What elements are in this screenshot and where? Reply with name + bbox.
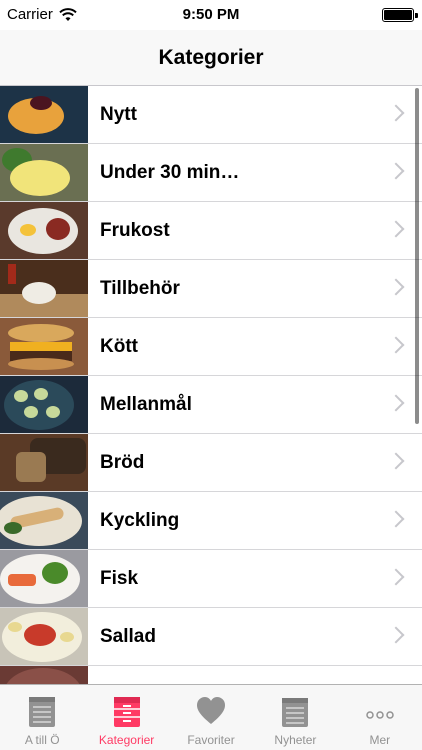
tab-nyheter[interactable]: Nyheter [253,685,337,750]
food-photo-icon [0,260,88,317]
category-list[interactable]: Nytt Under 30 min… Frukost Tillbehör Köt… [0,86,422,684]
category-label: Nytt [100,103,137,125]
notebook-icon [29,697,56,727]
tab-mer[interactable]: Mer [338,685,422,750]
cabinet-icon [113,697,140,727]
category-row-fisk[interactable]: Fisk [0,550,422,608]
category-label: Fisk [100,567,139,589]
food-photo-icon [0,86,88,143]
category-row-sallad[interactable]: Sallad [0,608,422,666]
category-row-under-30-min[interactable]: Under 30 min… [0,144,422,202]
category-label: Bröd [100,451,145,473]
food-photo-icon [0,608,88,665]
tab-label: Mer [369,733,391,747]
tab-bar: A till Ö Kategorier Favoriter Nyheter Me… [0,684,422,750]
battery-icon [382,8,418,22]
tab-a-till-o[interactable]: A till Ö [0,685,84,750]
notepad-icon [282,698,309,727]
tab-favoriter[interactable]: Favoriter [169,685,253,750]
food-photo-icon [0,318,88,375]
category-row-kyckling[interactable]: Kyckling [0,492,422,550]
category-row-kott[interactable]: Kött [0,318,422,376]
category-label: Under 30 min… [100,161,240,183]
status-time: 9:50 PM [182,6,240,23]
page-title: Kategorier [158,45,264,69]
category-row-tillbehor[interactable]: Tillbehör [0,260,422,318]
food-photo-icon [0,144,88,201]
tab-label: Kategorier [98,733,155,747]
tab-label: Nyheter [274,733,317,747]
category-row-mellanmal[interactable]: Mellanmål [0,376,422,434]
food-photo-icon [0,666,88,684]
food-photo-icon [0,376,88,433]
category-label: Kött [100,335,138,357]
category-row-brod[interactable]: Bröd [0,434,422,492]
category-label: Tillbehör [100,277,180,299]
tab-kategorier[interactable]: Kategorier [84,685,168,750]
category-label: Frukost [100,219,170,241]
category-label: Sallad [100,625,156,647]
category-row-frukost[interactable]: Frukost [0,202,422,260]
category-label: Kyckling [100,509,180,531]
food-photo-icon [0,202,88,259]
status-bar: Carrier 9:50 PM [0,0,422,30]
navigation-bar: Kategorier [0,30,422,86]
category-row-partial[interactable] [0,666,422,684]
category-row-nytt[interactable]: Nytt [0,86,422,144]
tab-label: A till Ö [24,733,60,747]
scrollbar[interactable] [415,88,419,424]
food-photo-icon [0,550,88,607]
food-photo-icon [0,492,88,549]
more-icon [366,711,394,719]
tab-label: Favoriter [187,733,235,747]
food-photo-icon [0,434,88,491]
heart-icon [197,697,226,724]
category-label: Mellanmål [100,393,192,415]
